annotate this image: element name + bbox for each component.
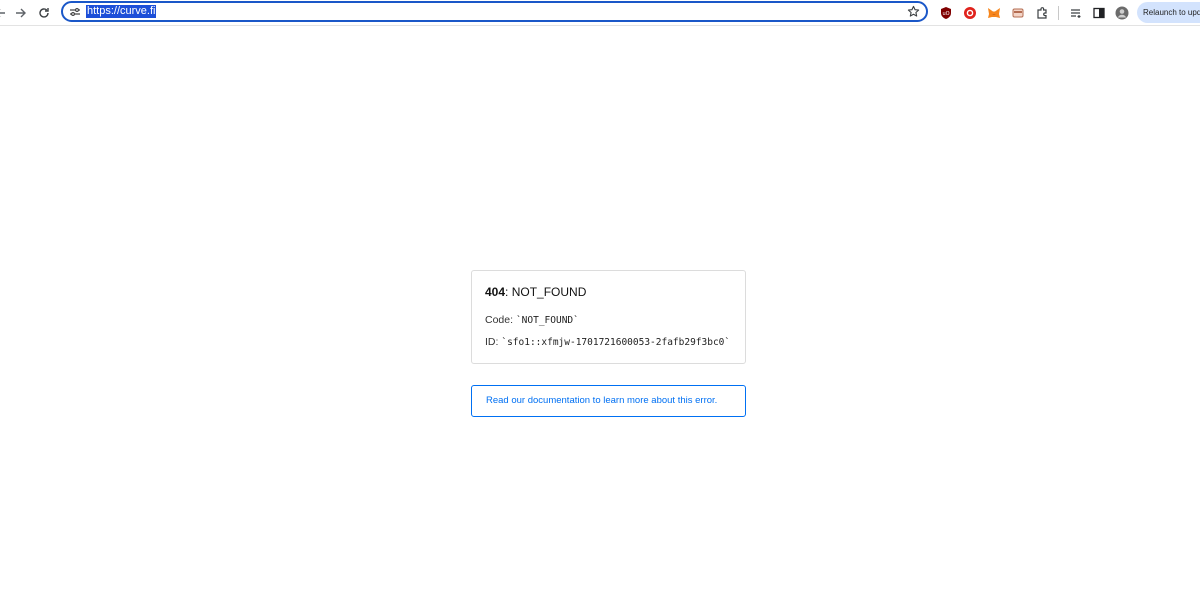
error-code-value: `NOT_FOUND` (515, 315, 579, 326)
url-text[interactable]: https://curve.fi (86, 5, 157, 18)
address-bar[interactable]: https://curve.fi (61, 1, 928, 22)
error-status-code: 404 (485, 285, 506, 299)
documentation-link[interactable]: Read our documentation to learn more abo… (486, 395, 717, 406)
back-button[interactable] (0, 3, 10, 23)
error-title: 404: NOT_FOUND (485, 285, 586, 299)
error-id-label: ID: (485, 336, 502, 348)
error-card: 404: NOT_FOUND Code: `NOT_FOUND` ID: `sf… (471, 270, 746, 364)
error-code-line: Code: `NOT_FOUND` (485, 314, 579, 326)
ublock-icon[interactable]: uO (938, 5, 954, 21)
reload-icon (39, 8, 49, 18)
metamask-icon[interactable] (986, 5, 1002, 21)
svg-text:uO: uO (942, 11, 949, 17)
arrow-back-icon (0, 9, 5, 17)
arrow-forward-icon (16, 8, 26, 18)
bookmark-star-icon[interactable] (906, 4, 920, 18)
profile-avatar[interactable] (1114, 5, 1130, 21)
documentation-box: Read our documentation to learn more abo… (471, 385, 746, 417)
side-panel-icon[interactable] (1091, 5, 1107, 21)
error-id-value: `sfo1::xfmjw-1701721600053-2fafb29f3bc0` (501, 337, 731, 348)
extension-red-icon[interactable] (962, 5, 978, 21)
error-code-label: Code: (485, 314, 516, 326)
extensions-puzzle-icon[interactable] (1034, 5, 1050, 21)
extension-card-icon[interactable] (1010, 5, 1026, 21)
reading-list-icon[interactable] (1068, 5, 1084, 21)
site-settings-icon[interactable] (68, 5, 82, 19)
forward-button[interactable] (11, 3, 31, 23)
toolbar-separator (1058, 6, 1059, 20)
relaunch-button[interactable]: Relaunch to upd (1137, 2, 1200, 23)
reload-button[interactable] (34, 3, 54, 23)
browser-toolbar: https://curve.fi uO Relaunch to upd (0, 0, 1200, 26)
error-id-line: ID: `sfo1::xfmjw-1701721600053-2fafb29f3… (485, 336, 730, 348)
error-status-text: : NOT_FOUND (505, 285, 587, 299)
